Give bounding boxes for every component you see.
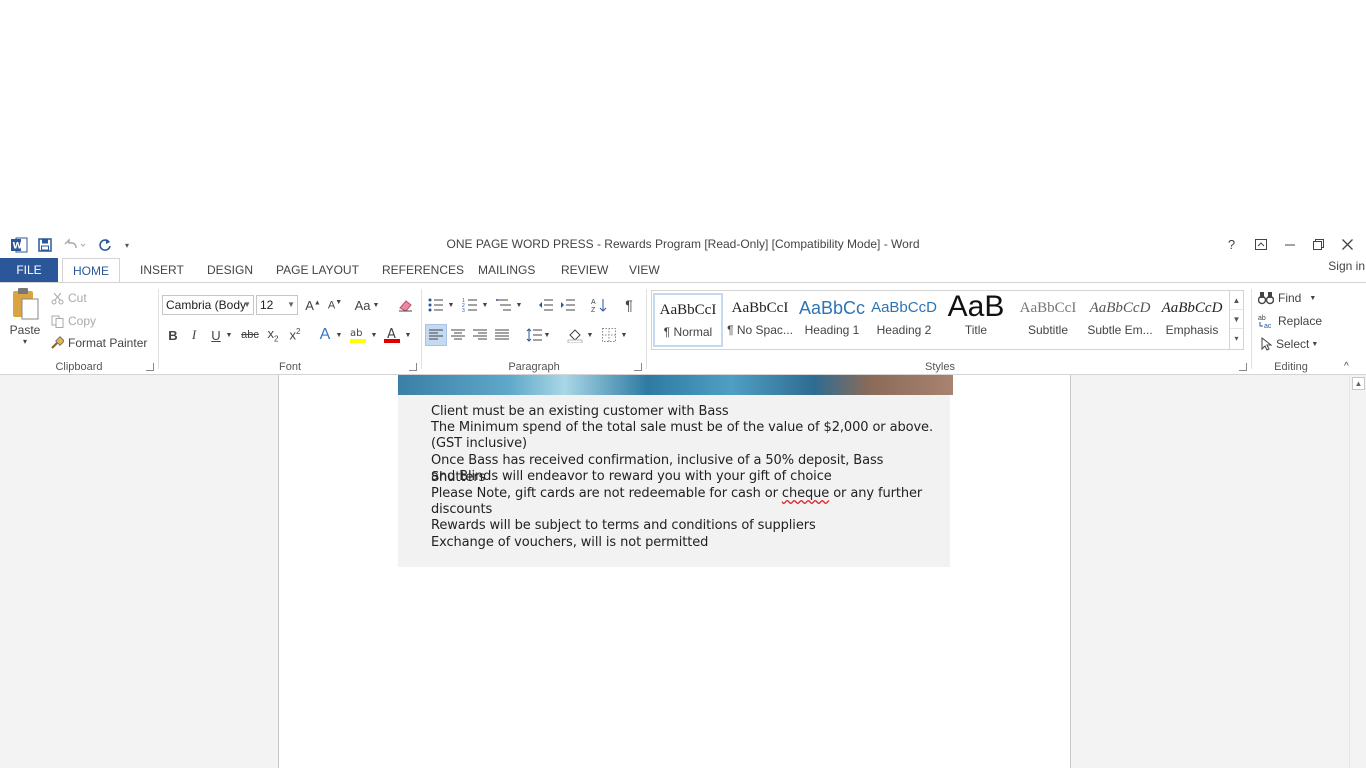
- style-name: Emphasis: [1165, 323, 1219, 337]
- scroll-up-icon[interactable]: ▲: [1352, 377, 1365, 390]
- window-controls: ?: [1217, 232, 1362, 256]
- close-icon[interactable]: [1333, 232, 1362, 256]
- style-sample: AaBbCcI: [731, 300, 789, 316]
- style-sample: AaBbCcD: [1161, 300, 1223, 316]
- style-title[interactable]: AaB Title: [941, 293, 1011, 347]
- replace-label: Replace: [1278, 314, 1323, 328]
- style-no-spacing[interactable]: AaBbCcI ¶ No Spac...: [725, 293, 795, 347]
- binoculars-icon: [1258, 291, 1274, 305]
- document-line: Rewards will be subject to terms and con…: [431, 518, 816, 533]
- svg-text:ac: ac: [1264, 323, 1272, 329]
- svg-text:ab: ab: [1258, 315, 1266, 322]
- document-line: The Minimum spend of the total sale must…: [431, 420, 933, 435]
- tab-references[interactable]: REFERENCES: [372, 258, 474, 282]
- document-line: and Blinds will endeavor to reward you w…: [431, 469, 832, 484]
- window-title: ONE PAGE WORD PRESS - Rewards Program [R…: [446, 237, 920, 251]
- tab-mailings[interactable]: MAILINGS: [468, 258, 545, 282]
- gallery-more-icon[interactable]: ▾: [1230, 329, 1243, 348]
- style-name: Heading 1: [804, 323, 860, 337]
- style-name: Subtle Em...: [1087, 323, 1153, 337]
- style-name: Title: [964, 323, 988, 337]
- document-line: (GST inclusive): [431, 436, 527, 451]
- style-name: Heading 2: [876, 323, 932, 337]
- document-line: Exchange of vouchers, will is not permit…: [431, 535, 709, 550]
- styles-dialog-launcher[interactable]: [1239, 363, 1247, 371]
- tab-insert[interactable]: INSERT: [130, 258, 194, 282]
- select-label: Select: [1276, 337, 1310, 351]
- style-heading-1[interactable]: AaBbCc Heading 1: [797, 293, 867, 347]
- editing-group: Find ▼ ab ac Replace Select ▼ Editing: [1252, 283, 1330, 375]
- restore-icon[interactable]: [1304, 232, 1333, 256]
- style-heading-2[interactable]: AaBbCcD Heading 2: [869, 293, 939, 347]
- cursor-arrow-icon: [1260, 337, 1272, 351]
- style-subtitle[interactable]: AaBbCcI Subtitle: [1013, 293, 1083, 347]
- terms-text-box[interactable]: Client must be an existing customer with…: [398, 395, 950, 567]
- document-line: discounts: [431, 502, 493, 517]
- ribbon-tabs: FILE HOME INSERT DESIGN PAGE LAYOUT REFE…: [0, 258, 1366, 283]
- tab-file[interactable]: FILE: [0, 258, 58, 282]
- desktop-blank-area: [0, 0, 1366, 232]
- styles-gallery: AaBbCcI ¶ Normal AaBbCcI ¶ No Spac... Aa…: [651, 290, 1244, 350]
- document-line: Please Note, gift cards are not redeemab…: [431, 486, 941, 503]
- document-text: Please Note, gift cards are not redeemab…: [431, 486, 782, 501]
- style-subtle-emphasis[interactable]: AaBbCcD Subtle Em...: [1085, 293, 1155, 347]
- sign-in-link[interactable]: Sign in: [1328, 259, 1366, 273]
- style-sample: AaBbCcD: [1089, 300, 1151, 316]
- styles-gallery-scroll: ▲ ▼ ▾: [1229, 291, 1243, 349]
- select-button[interactable]: Select ▼: [1260, 335, 1318, 353]
- style-name: Subtitle: [1027, 323, 1069, 337]
- document-page[interactable]: Client must be an existing customer with…: [278, 375, 1071, 768]
- misspelled-word[interactable]: cheque: [782, 486, 829, 501]
- style-sample: AaBbCc: [798, 298, 866, 318]
- editing-group-label: Editing: [1274, 361, 1308, 373]
- gallery-scroll-up-icon[interactable]: ▲: [1230, 291, 1243, 310]
- style-name: ¶ No Spac...: [727, 323, 793, 337]
- ribbon-display-options-icon[interactable]: [1246, 232, 1275, 256]
- document-line: Client must be an existing customer with…: [431, 404, 729, 419]
- styles-group: AaBbCcI ¶ Normal AaBbCcI ¶ No Spac... Aa…: [0, 283, 1251, 375]
- collapse-ribbon-icon[interactable]: ^: [1344, 361, 1349, 372]
- gallery-scroll-down-icon[interactable]: ▼: [1230, 310, 1243, 329]
- title-bar: W ▾ ONE PAGE WORD PRESS - Rewards Progra…: [0, 232, 1366, 258]
- chevron-down-icon: ▼: [1311, 340, 1319, 348]
- style-normal[interactable]: AaBbCcI ¶ Normal: [653, 293, 723, 347]
- minimize-icon[interactable]: [1275, 232, 1304, 256]
- replace-button[interactable]: ab ac Replace: [1258, 312, 1322, 330]
- document-area: Client must be an existing customer with…: [0, 375, 1366, 768]
- vertical-scrollbar[interactable]: ▲: [1349, 375, 1366, 768]
- document-text: or any further: [829, 486, 923, 501]
- style-name: ¶ Normal: [663, 325, 713, 339]
- style-sample: AaB: [947, 293, 1005, 323]
- style-emphasis[interactable]: AaBbCcD Emphasis: [1157, 293, 1227, 347]
- pool-image: [398, 375, 953, 395]
- chevron-down-icon: ▼: [1309, 294, 1317, 302]
- styles-group-label: Styles: [925, 361, 955, 373]
- style-sample: AaBbCcD: [871, 299, 937, 316]
- style-sample: AaBbCcI: [659, 302, 717, 318]
- find-button[interactable]: Find ▼: [1258, 289, 1316, 307]
- tab-view[interactable]: VIEW: [619, 258, 670, 282]
- ribbon: Paste ▾ Cut Copy Format Painter Clipboar…: [0, 282, 1366, 375]
- find-label: Find: [1278, 291, 1302, 305]
- help-icon[interactable]: ?: [1217, 232, 1246, 256]
- tab-home[interactable]: HOME: [62, 258, 120, 283]
- replace-icon: ab ac: [1258, 313, 1274, 329]
- tab-review[interactable]: REVIEW: [551, 258, 618, 282]
- tab-page-layout[interactable]: PAGE LAYOUT: [266, 258, 369, 282]
- style-sample: AaBbCcI: [1019, 300, 1077, 316]
- tab-design[interactable]: DESIGN: [197, 258, 263, 282]
